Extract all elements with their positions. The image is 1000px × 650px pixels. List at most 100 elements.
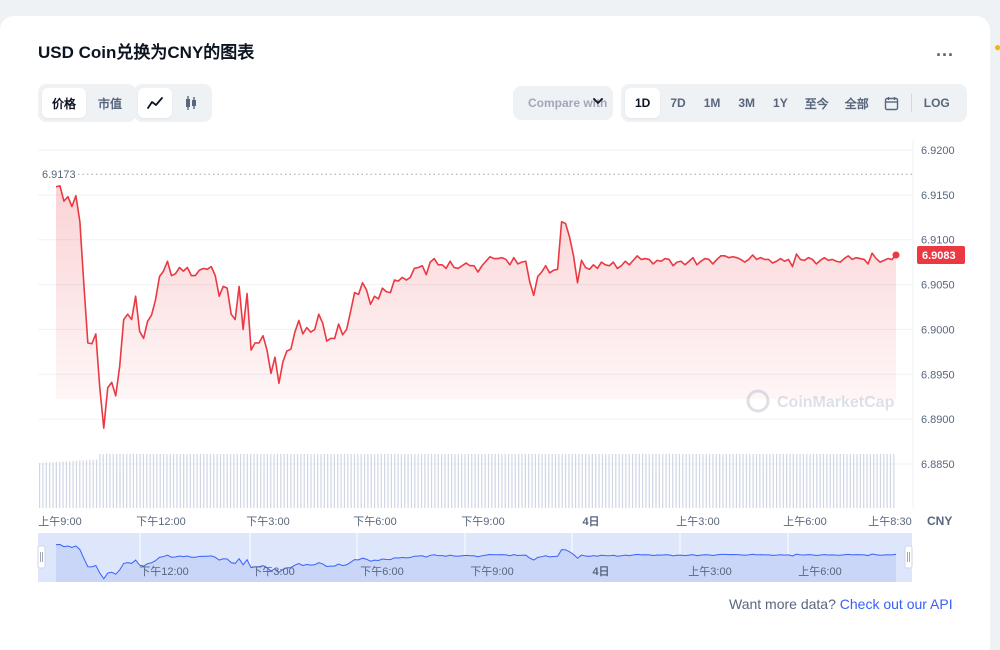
volume-bar: [648, 454, 650, 508]
volume-bar: [126, 454, 128, 508]
volume-bar: [508, 454, 510, 508]
x-tick-label: 上午6:00: [783, 515, 826, 528]
volume-bar: [377, 454, 379, 508]
volume-bar: [591, 454, 593, 508]
navigator-tick-label: 上午3:00: [688, 565, 731, 578]
volume-bar: [353, 454, 356, 508]
volume-bar: [578, 454, 580, 508]
volume-bar: [883, 454, 885, 508]
volume-bar: [384, 454, 386, 508]
volume-bar: [809, 454, 811, 508]
volume-bar: [879, 454, 882, 508]
volume-bar: [551, 454, 553, 508]
volume-bar: [631, 454, 634, 508]
volume-bar: [685, 454, 687, 508]
volume-bar: [430, 454, 433, 508]
volume-bar: [611, 454, 614, 508]
y-tick-label: 6.8950: [921, 369, 955, 381]
volume-bar: [853, 454, 855, 508]
volume-bar: [712, 454, 714, 508]
volume-bar: [246, 454, 248, 508]
api-link[interactable]: Check out our API: [840, 596, 953, 612]
volume-bar: [404, 454, 406, 508]
last-price-label: 6.9083: [922, 250, 956, 262]
volume-bar: [494, 454, 496, 508]
volume-bar: [122, 454, 124, 508]
volume-bar: [270, 454, 272, 508]
volume-bar: [585, 454, 587, 508]
volume-bar: [273, 454, 275, 508]
volume-bar: [367, 454, 369, 508]
volume-bar: [253, 454, 255, 508]
volume-bar: [869, 454, 871, 508]
volume-bar: [226, 454, 228, 508]
volume-bar: [812, 454, 815, 508]
volume-bar: [69, 461, 71, 508]
volume-bar: [732, 454, 734, 508]
volume-bar: [762, 454, 764, 508]
volume-bar: [434, 454, 436, 508]
volume-bar: [189, 454, 191, 508]
navigator-handle-left[interactable]: [37, 545, 46, 569]
volume-bar: [307, 454, 309, 508]
volume-bar: [451, 454, 453, 508]
volume-bar: [370, 454, 372, 508]
volume-bar: [863, 454, 865, 508]
volume-bar: [139, 454, 141, 508]
volume-bar: [387, 454, 389, 508]
volume-bar: [260, 454, 262, 508]
volume-bar: [608, 454, 610, 508]
volume-bar: [447, 454, 449, 508]
y-tick-label: 6.9100: [921, 235, 955, 247]
volume-bar: [729, 454, 731, 508]
volume-bar: [290, 454, 292, 508]
y-tick-label: 6.8850: [921, 459, 955, 471]
volume-bar: [796, 454, 798, 508]
volume-bar: [531, 454, 533, 508]
volume-bar: [169, 454, 171, 508]
volume-bar: [437, 454, 439, 508]
volume-bar: [400, 454, 402, 508]
volume-bar: [491, 454, 493, 508]
volume-bar: [183, 454, 185, 508]
volume-bar: [645, 454, 647, 508]
volume-bar: [688, 454, 691, 508]
volume-bar: [876, 454, 878, 508]
api-text: Want more data?: [729, 596, 836, 612]
volume-bar: [816, 454, 818, 508]
navigator-handle-right[interactable]: [904, 545, 913, 569]
range-navigator[interactable]: 下午12:00 下午3:00 下午6:00 下午9:00 4日 上午3:00 上午6:00: [37, 533, 913, 582]
volume-bar: [457, 454, 459, 508]
volume-bar: [678, 454, 681, 508]
volume-bar: [786, 454, 788, 508]
volume-bar: [427, 454, 429, 508]
volume-bar: [360, 454, 362, 508]
volume-bar: [638, 454, 640, 508]
volume-bar: [193, 454, 195, 508]
volume-bar: [142, 454, 145, 508]
volume-bar: [702, 454, 704, 508]
price-chart[interactable]: 6.9173 6.9083 6.9200 6.9150 6.9100 6.9050 6.…: [0, 0, 1000, 650]
volume-bar: [598, 454, 600, 508]
volume-bar: [789, 454, 791, 508]
volume-bar: [317, 454, 319, 508]
volume-bar: [199, 454, 201, 508]
volume-bar: [52, 462, 54, 508]
volume-bar: [216, 454, 218, 508]
volume-bar: [397, 454, 399, 508]
volume-bar: [42, 462, 44, 508]
volume-bar: [420, 454, 423, 508]
volume-bar: [642, 454, 644, 508]
volume-bar: [501, 454, 503, 508]
volume-bar: [735, 454, 737, 508]
volume-bar: [873, 454, 875, 508]
volume-bar: [695, 454, 697, 508]
volume-bar: [601, 454, 603, 508]
volume-bar: [45, 462, 47, 508]
volume-bar: [363, 454, 366, 508]
volume-bar: [554, 454, 557, 508]
high-price-label: 6.9173: [42, 169, 76, 181]
volume-bar: [742, 454, 744, 508]
volume-bar: [236, 454, 238, 508]
volume-bar: [75, 460, 78, 508]
